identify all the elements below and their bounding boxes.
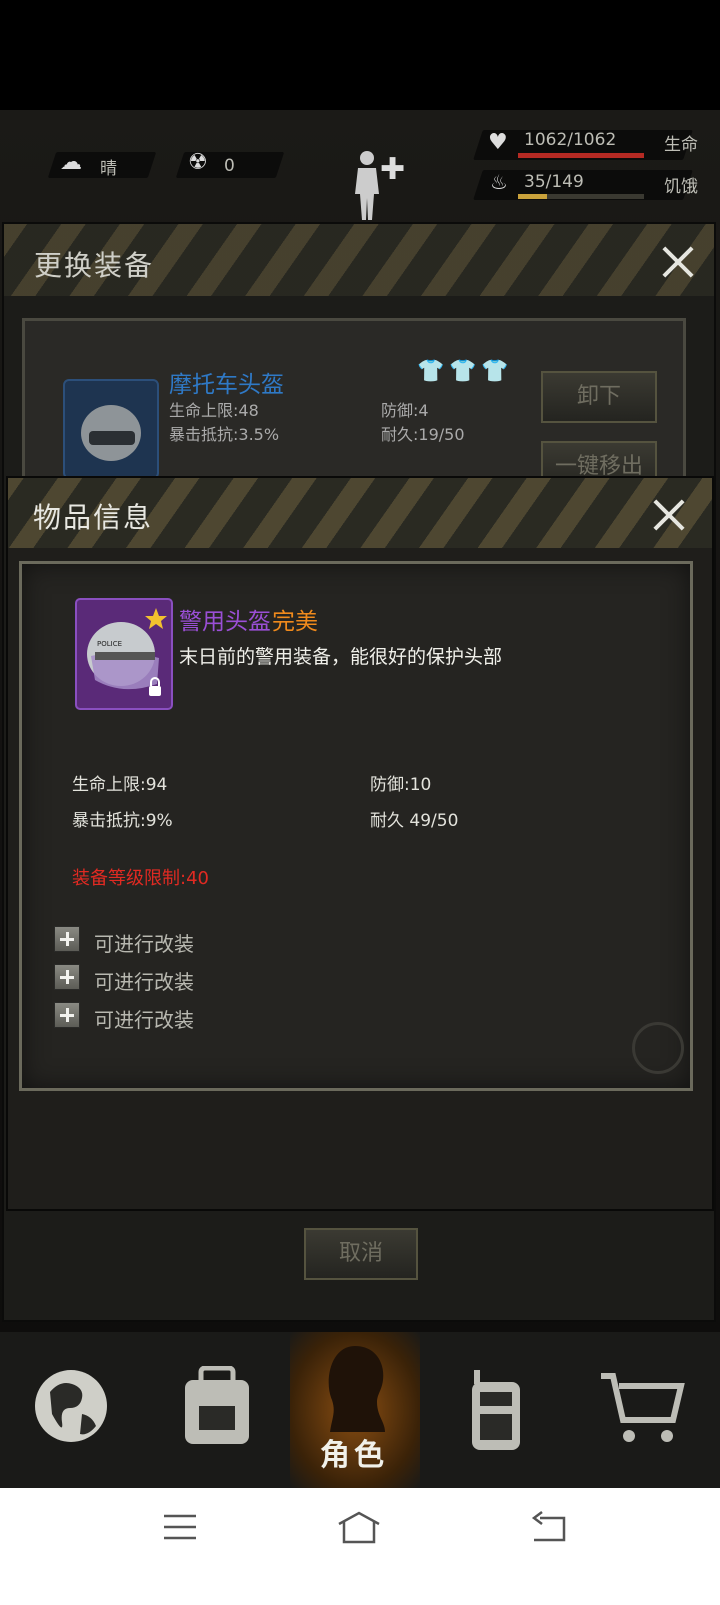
system-nav-bar [0,1488,720,1605]
hp-value: 1062/1062 [524,130,617,150]
equip-stat-crit: 暴击抵抗:3.5% [169,425,280,444]
equip-panel-title: 更换装备 [34,249,155,282]
level-requirement: 装备等级限制:40 [72,868,209,889]
stat-defense: 防御:10 [370,775,432,795]
item-info-title: 物品信息 [33,501,154,534]
home-icon[interactable] [336,1510,382,1544]
radiation-value: 0 [224,156,235,176]
police-helmet-icon: POLICE [75,598,173,710]
cart-icon [601,1373,685,1442]
mod-slot-label[interactable]: 可进行改装 [94,928,194,957]
mod-slot-label[interactable]: 可进行改装 [94,966,194,995]
tab-world[interactable] [0,1332,145,1488]
menu-icon[interactable] [162,1512,198,1542]
helmet-tag: POLICE [97,640,123,648]
plus-icon: ✚ [380,152,406,187]
walkie-talkie-icon [472,1370,520,1450]
hp-label: 生命 [664,135,698,155]
globe-icon [35,1370,107,1442]
status-bar [0,0,720,110]
hp-bar [518,153,644,158]
mod-slot-plus-icon[interactable] [54,1002,80,1028]
stat-durability: 耐久 49/50 [370,811,459,831]
equip-stat-dur: 耐久:19/50 [381,425,465,444]
hunger-value: 35/149 [524,172,584,192]
backpack-icon [185,1366,249,1444]
back-icon[interactable] [530,1510,568,1544]
cloud-sun-icon: ☁ [60,150,82,175]
tab-backpack[interactable] [145,1332,290,1488]
stat-crit-resist: 暴击抵抗:9% [72,811,173,831]
equip-item-name: 摩托车头盔 [169,372,284,398]
hunger-bar [518,194,644,199]
radiation-icon: ☢ [188,150,208,175]
tab-character-label: 角色 [320,1438,388,1473]
head-silhouette-icon [328,1346,385,1432]
item-info-close-icon[interactable] [649,495,689,535]
mod-slot-label[interactable]: 可进行改装 [94,1004,194,1033]
weather-label: 晴 [100,159,117,179]
character-body-icon[interactable] [350,150,384,220]
equip-stat-hp: 生命上限:48 [169,401,259,420]
item-info-dialog: 物品信息 POLICE 警用头盔 完美 末日前的警用装备，能很好的保护头部 生命… [6,476,714,1211]
bottom-tab-bar: 角色 [0,1332,720,1488]
item-name: 警用头盔 [179,609,271,635]
hunger-label: 饥饿 [664,177,698,197]
mod-slot-plus-icon[interactable] [54,926,80,952]
stomach-icon: ♨ [490,170,508,194]
item-info-body: POLICE 警用头盔 完美 末日前的警用装备，能很好的保护头部 生命上限:94… [19,561,693,1091]
tab-radio[interactable] [420,1332,565,1488]
shirt-icon: 👕 [417,359,445,384]
shirt-icon: 👕 [449,359,477,384]
motorcycle-helmet-icon[interactable] [63,379,159,479]
mod-slot-plus-icon[interactable] [54,964,80,990]
equip-slot-card: 摩托车头盔 生命上限:48 暴击抵抗:3.5% 防御:4 耐久:19/50 👕 … [22,318,686,493]
radiation-watermark-icon [632,1022,684,1074]
item-description: 末日前的警用装备，能很好的保护头部 [179,646,503,668]
tab-character[interactable]: 角色 [290,1332,420,1488]
cancel-button[interactable]: 取消 [304,1228,418,1280]
tab-shop[interactable] [565,1332,720,1488]
unequip-button[interactable]: 卸下 [541,371,657,423]
stat-hp-limit: 生命上限:94 [72,775,168,795]
heart-icon: ♥ [488,130,508,155]
shirt-icon: 👕 [481,359,509,384]
equip-stat-def: 防御:4 [381,401,429,420]
equip-close-icon[interactable] [658,242,698,282]
item-quality: 完美 [272,609,318,635]
